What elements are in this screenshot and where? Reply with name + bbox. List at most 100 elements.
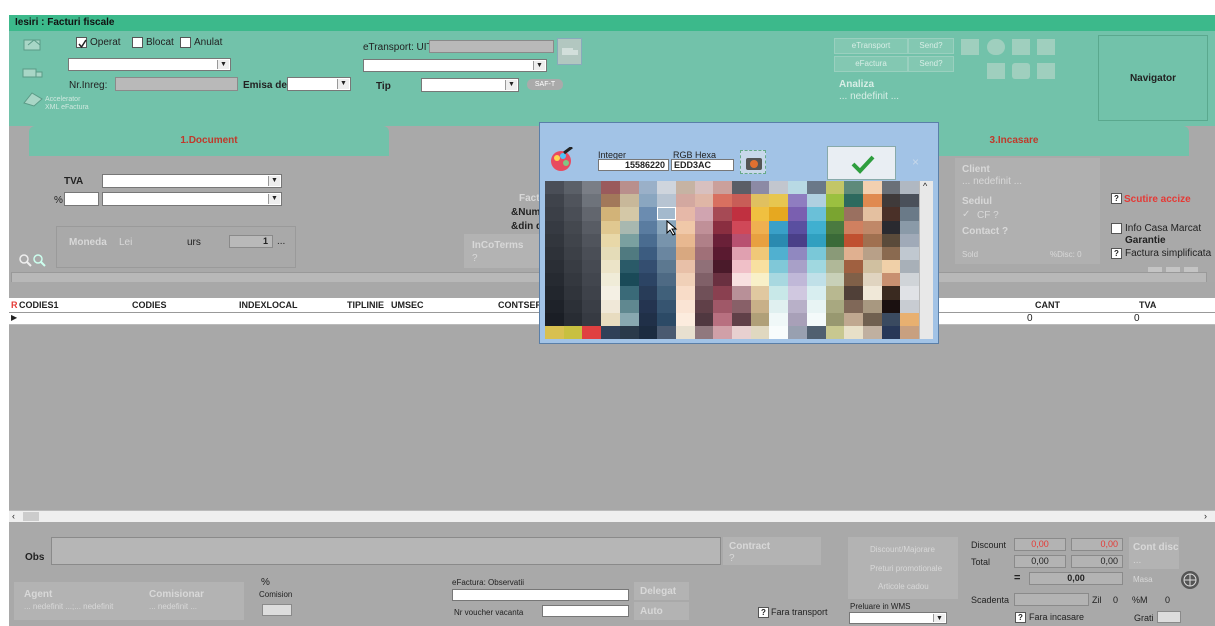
color-swatch[interactable] <box>713 207 732 221</box>
integer-value-input[interactable]: 15586220 <box>598 159 669 171</box>
tva-combo[interactable]: ▼ <box>102 174 282 188</box>
color-swatch[interactable] <box>788 260 807 274</box>
color-swatch[interactable] <box>900 181 919 195</box>
color-swatch[interactable] <box>619 325 639 339</box>
color-swatch[interactable] <box>806 194 826 208</box>
color-swatch[interactable] <box>582 181 602 195</box>
sound-icon[interactable] <box>961 39 979 55</box>
color-swatch[interactable] <box>657 273 676 287</box>
agent-value[interactable]: ... nedefinit ...;... nedefinit <box>24 602 113 611</box>
color-swatch[interactable] <box>881 273 901 287</box>
color-swatch[interactable] <box>750 325 770 339</box>
folder-icon[interactable] <box>1037 63 1055 79</box>
col-cant[interactable]: CANT <box>1035 300 1060 310</box>
color-swatch[interactable] <box>582 260 602 274</box>
color-swatch[interactable] <box>769 220 789 234</box>
color-swatch[interactable] <box>619 286 639 300</box>
color-swatch[interactable] <box>732 207 751 221</box>
color-swatch[interactable] <box>732 312 751 326</box>
tva-secondary-combo[interactable]: ▼ <box>102 192 282 206</box>
swatch-vertical-scrollbar[interactable]: ^ <box>919 181 933 339</box>
color-swatch[interactable] <box>788 312 807 326</box>
color-swatch[interactable] <box>844 207 863 221</box>
copy-icon[interactable] <box>987 63 1005 79</box>
color-swatch[interactable] <box>732 325 751 339</box>
contract-box[interactable]: Contract ? <box>723 537 821 565</box>
discount-majorare-button[interactable]: Discount/Majorare <box>870 545 935 554</box>
color-swatch[interactable] <box>545 312 564 326</box>
color-swatch[interactable] <box>825 207 845 221</box>
color-swatch[interactable] <box>750 220 770 234</box>
color-swatch[interactable] <box>788 194 807 208</box>
color-swatch[interactable] <box>545 233 564 247</box>
color-swatch[interactable] <box>806 299 826 313</box>
color-swatch[interactable] <box>788 207 807 221</box>
color-swatch[interactable] <box>619 299 639 313</box>
color-swatch[interactable] <box>862 246 882 260</box>
color-swatch[interactable] <box>545 181 564 195</box>
color-swatch[interactable] <box>563 220 583 234</box>
color-swatch[interactable] <box>844 260 863 274</box>
color-swatch[interactable] <box>862 260 882 274</box>
color-swatch[interactable] <box>900 260 919 274</box>
color-swatch[interactable] <box>900 233 919 247</box>
color-swatch[interactable] <box>582 273 602 287</box>
color-swatch[interactable] <box>806 286 826 300</box>
curs-input[interactable]: 1 <box>229 235 273 248</box>
color-swatch[interactable] <box>619 207 639 221</box>
color-swatch[interactable] <box>638 220 658 234</box>
hex-value-input[interactable]: EDD3AC <box>671 159 734 171</box>
color-swatch[interactable] <box>582 325 602 339</box>
color-swatch[interactable] <box>675 207 695 221</box>
color-swatch[interactable] <box>694 194 714 208</box>
color-swatch[interactable] <box>862 233 882 247</box>
color-swatch[interactable] <box>825 299 845 313</box>
emisa-de-combo[interactable]: ▼ <box>287 77 351 91</box>
color-swatch[interactable] <box>881 181 901 195</box>
color-swatch[interactable] <box>825 181 845 195</box>
close-icon[interactable]: × <box>912 155 919 169</box>
pm-value[interactable]: 0 <box>1165 595 1170 605</box>
color-swatch[interactable] <box>675 260 695 274</box>
search-icon[interactable] <box>32 253 46 267</box>
color-swatch[interactable] <box>900 325 919 339</box>
zil-value[interactable]: 0 <box>1113 595 1118 605</box>
scutire-help-button[interactable]: ? <box>1111 193 1122 204</box>
color-swatch[interactable] <box>638 286 658 300</box>
color-swatch[interactable] <box>638 260 658 274</box>
color-swatch[interactable] <box>675 273 695 287</box>
color-swatch[interactable] <box>619 246 639 260</box>
comisionar-value[interactable]: ... nedefinit ... <box>149 602 197 611</box>
color-swatch[interactable] <box>619 312 639 326</box>
color-swatch[interactable] <box>601 181 620 195</box>
color-swatch[interactable] <box>769 299 789 313</box>
color-swatch[interactable] <box>545 299 564 313</box>
color-swatch[interactable] <box>638 273 658 287</box>
color-swatch[interactable] <box>806 325 826 339</box>
color-swatch[interactable] <box>657 312 676 326</box>
color-swatch[interactable] <box>881 246 901 260</box>
color-swatch[interactable] <box>675 194 695 208</box>
efactura-obs-input[interactable] <box>452 589 629 601</box>
color-swatch[interactable] <box>601 325 620 339</box>
col-indexlocal[interactable]: INDEXLOCAL <box>239 300 298 310</box>
scroll-up-icon[interactable]: ^ <box>923 181 927 191</box>
color-swatch[interactable] <box>825 194 845 208</box>
color-swatch[interactable] <box>862 273 882 287</box>
ok-button[interactable] <box>827 146 896 180</box>
col-codies1[interactable]: CODIES1 <box>19 300 59 310</box>
color-swatch[interactable] <box>750 273 770 287</box>
color-swatch[interactable] <box>844 246 863 260</box>
contact-label[interactable]: Contact ? <box>962 226 1008 237</box>
chevron-down-icon[interactable]: ▼ <box>337 79 349 89</box>
color-swatch[interactable] <box>713 260 732 274</box>
color-swatch[interactable] <box>713 286 732 300</box>
color-swatch[interactable] <box>788 299 807 313</box>
color-swatch[interactable] <box>563 207 583 221</box>
masa-label[interactable]: Masa <box>1133 575 1153 584</box>
color-swatch[interactable] <box>694 233 714 247</box>
fara-incasare-help-button[interactable]: ? <box>1015 612 1026 623</box>
color-swatch[interactable] <box>806 233 826 247</box>
comision-input[interactable] <box>262 604 292 616</box>
color-swatch[interactable] <box>675 286 695 300</box>
